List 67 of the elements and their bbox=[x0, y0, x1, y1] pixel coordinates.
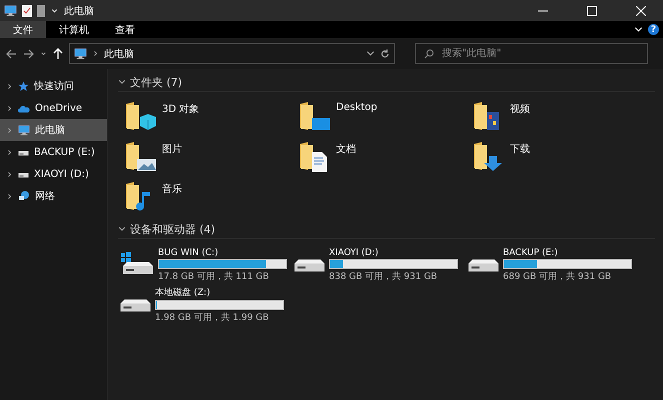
search-icon bbox=[424, 48, 434, 58]
collapse-chevron-icon[interactable] bbox=[118, 225, 126, 233]
star-icon bbox=[18, 80, 29, 92]
nav-item[interactable]: BACKUP (E:) bbox=[0, 141, 107, 163]
ribbon-tab[interactable]: 计算机 bbox=[46, 21, 102, 38]
drive-label[interactable]: BUG WIN (C:) bbox=[158, 248, 287, 258]
help-button[interactable]: ? bbox=[648, 24, 659, 35]
section-title: 设备和驱动器 (4) bbox=[130, 222, 216, 236]
free-space-text: 1.98 GB 可用，共 1.99 GB bbox=[155, 312, 270, 324]
window-title: 此电脑 bbox=[64, 4, 95, 18]
drive-icon bbox=[468, 258, 499, 272]
ribbon-tab[interactable]: 文件 bbox=[0, 21, 46, 38]
folder-label[interactable]: 音乐 bbox=[162, 182, 182, 196]
nav-item[interactable]: 快速访问 bbox=[0, 75, 107, 97]
network-icon bbox=[18, 190, 30, 202]
breadcrumb-chevron-icon[interactable] bbox=[92, 50, 99, 57]
folder-label[interactable]: 图片 bbox=[162, 142, 182, 156]
folder-download-icon bbox=[472, 140, 504, 172]
expand-chevron-icon[interactable] bbox=[6, 192, 13, 200]
free-space-text: 17.8 GB 可用，共 111 GB bbox=[158, 270, 270, 282]
folder-document-icon bbox=[298, 140, 330, 172]
forward-arrow-icon[interactable] bbox=[23, 48, 34, 58]
section-title: 文件夹 (7) bbox=[130, 74, 182, 90]
refresh-icon[interactable] bbox=[380, 48, 390, 58]
expand-ribbon-icon[interactable] bbox=[634, 25, 643, 34]
folder-label[interactable]: 3D 对象 bbox=[162, 102, 200, 116]
computer-icon bbox=[18, 124, 30, 136]
nav-item[interactable]: 此电脑 bbox=[0, 119, 107, 141]
expand-chevron-icon[interactable] bbox=[6, 104, 13, 112]
drive-icon bbox=[120, 298, 151, 312]
nav-item[interactable]: XIAOYI (D:) bbox=[0, 163, 107, 185]
computer-icon bbox=[4, 4, 17, 17]
minimize-icon[interactable] bbox=[538, 10, 548, 12]
expand-chevron-icon[interactable] bbox=[6, 82, 13, 90]
folder-label[interactable]: 文档 bbox=[336, 142, 356, 156]
nav-item[interactable]: OneDrive bbox=[0, 97, 107, 119]
folder-cube-icon bbox=[124, 100, 156, 132]
drive-label[interactable]: BACKUP (E:) bbox=[503, 248, 632, 258]
back-arrow-icon[interactable] bbox=[6, 48, 17, 58]
close-icon[interactable] bbox=[636, 6, 646, 16]
ribbon-tab[interactable]: 查看 bbox=[102, 21, 148, 38]
recent-dropdown-icon[interactable] bbox=[40, 50, 47, 57]
cloud-icon bbox=[18, 104, 30, 112]
drive-icon bbox=[18, 170, 29, 178]
folder-picture-icon bbox=[124, 140, 156, 172]
drive-label[interactable]: XIAOYI (D:) bbox=[329, 248, 458, 258]
folder-label[interactable]: 视频 bbox=[510, 102, 530, 116]
drive-icon bbox=[294, 258, 325, 272]
folder-label[interactable]: 下载 bbox=[510, 142, 530, 156]
folder-screen-icon bbox=[298, 100, 330, 132]
folder-label[interactable]: Desktop bbox=[336, 102, 378, 113]
properties-icon[interactable] bbox=[22, 4, 32, 16]
computer-icon bbox=[74, 47, 87, 60]
expand-chevron-icon[interactable] bbox=[6, 170, 13, 178]
history-dropdown-icon[interactable] bbox=[366, 49, 375, 58]
address-bar[interactable]: 此电脑 bbox=[69, 43, 395, 64]
free-space-text: 838 GB 可用，共 931 GB bbox=[329, 270, 438, 282]
nav-item[interactable]: 网络 bbox=[0, 185, 107, 207]
blank-page-icon[interactable] bbox=[37, 4, 45, 16]
expand-chevron-icon[interactable] bbox=[6, 126, 13, 134]
expand-chevron-icon[interactable] bbox=[6, 148, 13, 156]
collapse-chevron-icon[interactable] bbox=[118, 78, 126, 86]
free-space-text: 689 GB 可用，共 931 GB bbox=[503, 270, 612, 282]
drive-icon bbox=[18, 148, 29, 156]
maximize-icon[interactable] bbox=[587, 6, 597, 16]
up-arrow-icon[interactable] bbox=[53, 48, 63, 59]
drive-label[interactable]: 本地磁盘 (Z:) bbox=[155, 286, 284, 299]
